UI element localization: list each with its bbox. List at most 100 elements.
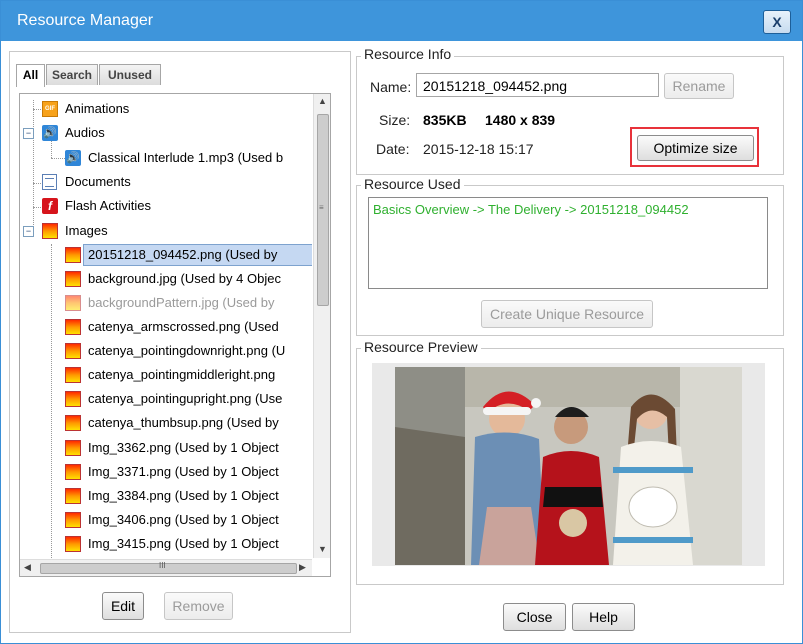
image-icon <box>65 464 81 480</box>
tree-node-image-item[interactable]: backgroundPattern.jpg (Used by <box>20 292 312 314</box>
tree-node-documents[interactable]: Documents <box>20 171 312 193</box>
tree-node-image-item[interactable]: Img_3415.png (Used by 1 Object <box>20 533 312 555</box>
horizontal-scroll-thumb[interactable]: III <box>40 561 297 574</box>
tree-node-animations[interactable]: GIF Animations <box>20 98 312 120</box>
tree-node-image-item[interactable]: Img_3384.png (Used by 1 Object <box>20 485 312 507</box>
tab-unused[interactable]: Unused <box>99 64 161 85</box>
tree-node-label: Img_3406.png (Used by 1 Object <box>88 512 279 527</box>
title-bar[interactable]: Resource Manager X <box>1 1 802 41</box>
rename-button[interactable]: Rename <box>664 73 734 99</box>
tree-node-image-item[interactable]: catenya_pointingupright.png (Use <box>20 388 312 410</box>
tree-node-label: catenya_pointingdownright.png (U <box>88 343 286 358</box>
tree-node-audios[interactable]: − Audios <box>20 122 312 144</box>
window-title: Resource Manager <box>17 12 154 29</box>
resource-tree-content: GIF Animations − Audios Classical Interl… <box>20 94 312 558</box>
tree-horizontal-scrollbar[interactable]: ◀ III ▶ <box>20 559 312 576</box>
tree-node-label: catenya_thumbsup.png (Used by <box>88 415 279 430</box>
tree-node-label: Img_3384.png (Used by 1 Object <box>88 488 279 503</box>
scroll-left-icon[interactable]: ◀ <box>24 562 31 573</box>
resource-used-entry[interactable]: Basics Overview -> The Delivery -> 20151… <box>373 202 689 217</box>
scroll-right-icon[interactable]: ▶ <box>299 562 306 573</box>
tree-node-image-item[interactable]: 20151218_094452.png (Used by <box>20 244 312 266</box>
create-unique-resource-button[interactable]: Create Unique Resource <box>481 300 653 328</box>
tree-node-label: Audios <box>65 125 105 140</box>
tree-node-label: Animations <box>65 101 130 116</box>
audio-icon <box>42 122 58 144</box>
gif-icon: GIF <box>42 101 58 117</box>
tree-node-label: 20151218_094452.png (Used by <box>88 247 278 262</box>
tree-node-image-item[interactable]: Img_3362.png (Used by 1 Object <box>20 437 312 459</box>
resource-used-list[interactable]: Basics Overview -> The Delivery -> 20151… <box>368 197 768 289</box>
image-icon <box>65 343 81 359</box>
image-icon <box>65 367 81 383</box>
resource-preview-legend: Resource Preview <box>361 339 481 355</box>
tab-search[interactable]: Search <box>46 64 98 85</box>
tree-node-label: Documents <box>65 174 131 189</box>
tree-node-label: Img_3415.png (Used by 1 Object <box>88 536 279 551</box>
image-icon <box>65 488 81 504</box>
tree-node-image-item[interactable]: background.jpg (Used by 4 Objec <box>20 268 312 290</box>
image-icon <box>65 440 81 456</box>
tree-node-label: Classical Interlude 1.mp3 (Used b <box>88 150 284 165</box>
grip-icon: III <box>159 561 166 570</box>
scroll-down-icon[interactable]: ▼ <box>318 544 327 554</box>
image-icon <box>65 247 81 263</box>
tree-node-label: catenya_pointingmiddleright.png <box>88 367 276 382</box>
dimensions-value: 1480 x 839 <box>485 112 556 128</box>
resource-used-legend: Resource Used <box>361 176 464 192</box>
tree-node-label: Images <box>65 223 108 238</box>
tree-node-image-item[interactable]: catenya_armscrossed.png (Used <box>20 316 312 338</box>
date-value: 2015-12-18 15:17 <box>423 141 534 157</box>
image-icon <box>65 391 81 407</box>
image-icon <box>65 295 81 311</box>
edit-button[interactable]: Edit <box>102 592 144 620</box>
name-label: Name: <box>370 79 412 95</box>
close-window-button[interactable]: X <box>763 10 791 34</box>
document-icon <box>42 174 57 190</box>
tree-node-label: Flash Activities <box>65 198 151 213</box>
tree-node-image-item[interactable]: Img_3406.png (Used by 1 Object <box>20 509 312 531</box>
tree-node-label: background.jpg (Used by 4 Objec <box>88 271 281 286</box>
tree-vertical-scrollbar[interactable]: ▲ ≡ ▼ <box>313 94 330 558</box>
resource-preview-area <box>372 363 765 566</box>
preview-photo <box>395 367 742 565</box>
image-icon <box>65 512 81 528</box>
tree-node-audio-item[interactable]: Classical Interlude 1.mp3 (Used b <box>20 147 312 169</box>
image-icon <box>65 536 81 552</box>
resource-tree[interactable]: GIF Animations − Audios Classical Interl… <box>19 93 331 577</box>
photo-image <box>395 367 742 565</box>
resource-manager-window: Resource Manager X All Search Unused GIF… <box>0 0 803 644</box>
tree-node-flash[interactable]: f Flash Activities <box>20 195 312 217</box>
close-button[interactable]: Close <box>503 603 566 631</box>
tree-node-label: catenya_pointingupright.png (Use <box>88 391 283 406</box>
image-icon <box>65 319 81 335</box>
tree-node-label: catenya_armscrossed.png (Used <box>88 319 279 334</box>
tree-node-image-item[interactable]: catenya_pointingdownright.png (U <box>20 340 312 362</box>
date-label: Date: <box>376 141 410 157</box>
grip-icon: ≡ <box>319 203 324 212</box>
name-input[interactable]: 20151218_094452.png <box>416 73 659 97</box>
resource-info-legend: Resource Info <box>361 46 455 62</box>
collapse-icon[interactable]: − <box>23 226 34 237</box>
size-label: Size: <box>379 112 411 128</box>
flash-icon: f <box>42 198 58 214</box>
tree-node-label: Img_3371.png (Used by 1 Object <box>88 464 279 479</box>
size-value: 835KB <box>423 112 467 128</box>
tree-node-image-item[interactable]: catenya_thumbsup.png (Used by <box>20 412 312 434</box>
optimize-size-button[interactable]: Optimize size <box>637 135 754 161</box>
tree-node-images[interactable]: − Images <box>20 220 312 242</box>
tree-node-image-item[interactable]: Img_3371.png (Used by 1 Object <box>20 461 312 483</box>
vertical-scroll-thumb[interactable]: ≡ <box>317 114 329 306</box>
image-icon <box>42 223 58 239</box>
tree-node-label: Img_3362.png (Used by 1 Object <box>88 440 279 455</box>
remove-button[interactable]: Remove <box>164 592 233 620</box>
image-icon <box>65 271 81 287</box>
image-icon <box>65 415 81 431</box>
scroll-up-icon[interactable]: ▲ <box>318 96 327 106</box>
help-button[interactable]: Help <box>572 603 635 631</box>
tree-node-image-item[interactable]: catenya_pointingmiddleright.png <box>20 364 312 386</box>
collapse-icon[interactable]: − <box>23 128 34 139</box>
audio-icon <box>65 147 81 169</box>
tree-node-label: backgroundPattern.jpg (Used by <box>88 295 275 310</box>
tab-all[interactable]: All <box>16 64 45 87</box>
